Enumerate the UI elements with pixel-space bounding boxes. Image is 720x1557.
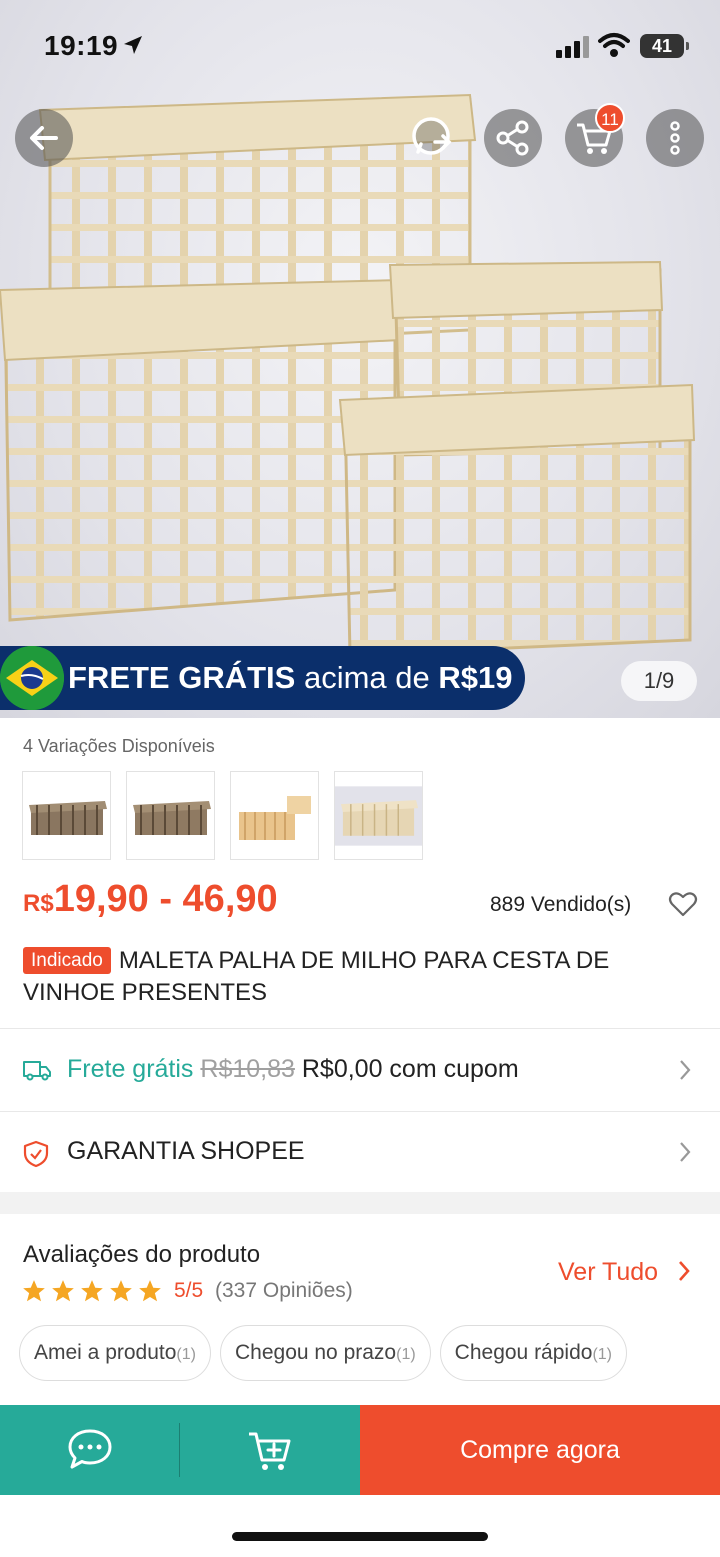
more-options-button[interactable] [646, 109, 704, 167]
chevron-right-icon [680, 1060, 691, 1080]
review-tag-chip[interactable]: Chegou rápido(1) [439, 1325, 628, 1381]
star-icon [81, 1280, 103, 1302]
share-button[interactable] [484, 109, 542, 167]
shield-check-icon [23, 1140, 49, 1168]
brazil-flag-icon [0, 646, 64, 710]
review-tag-chip[interactable]: Amei a produto(1) [19, 1325, 211, 1381]
see-all-reviews-link[interactable]: Ver Tudo [558, 1258, 691, 1287]
status-bar: 19:19 41 [0, 0, 720, 90]
chevron-right-icon [679, 1261, 690, 1281]
status-time: 19:19 [44, 30, 119, 61]
divider [179, 1423, 180, 1477]
shipping-row[interactable]: Frete grátis R$10,83 R$0,00 com cupom [0, 1030, 720, 1110]
review-tag-chip[interactable]: Chegou no prazo(1) [219, 1325, 431, 1381]
wifi-icon [598, 33, 630, 57]
bottom-action-bar: Compre agora [0, 1405, 720, 1495]
guarantee-label: GARANTIA SHOPEE [67, 1137, 305, 1165]
add-to-cart-icon[interactable] [246, 1429, 294, 1473]
sold-count: 889 Vendido(s) [490, 893, 632, 916]
battery-indicator: 41 [640, 34, 689, 58]
guarantee-row[interactable]: GARANTIA SHOPEE [0, 1112, 720, 1192]
product-title: Indicado MALETA PALHA DE MILHO PARA CESTA… [23, 947, 610, 1006]
truck-icon [23, 1061, 51, 1081]
variant-thumbnail[interactable] [334, 771, 423, 860]
whatsapp-share-button[interactable] [404, 109, 462, 167]
free-shipping-banner: FRETE GRÁTIS acima de R$19 [0, 646, 525, 710]
variants-label: 4 Variações Disponíveis [23, 736, 215, 756]
review-count: (337 Opiniões) [215, 1279, 353, 1302]
bottom-bar-left [0, 1405, 360, 1495]
section-separator [0, 1192, 720, 1214]
variant-thumbnails [22, 771, 423, 860]
variant-thumbnail[interactable] [126, 771, 215, 860]
home-indicator[interactable] [232, 1532, 488, 1541]
back-button[interactable] [15, 109, 73, 167]
cellular-signal-icon [556, 36, 589, 58]
cart-button[interactable]: 11 [565, 103, 625, 167]
chevron-right-icon [680, 1142, 691, 1162]
divider [0, 1028, 720, 1029]
review-tag-chips: Amei a produto(1) Chegou no prazo(1) Che… [19, 1325, 628, 1381]
star-icon [23, 1280, 45, 1302]
location-arrow-icon [124, 36, 142, 54]
star-icon [110, 1280, 132, 1302]
product-image-gallery[interactable]: 19:19 41 11 FRETE GRÁTIS acima de R$19 1… [0, 0, 720, 718]
buy-now-button[interactable]: Compre agora [360, 1405, 720, 1495]
star-icon [52, 1280, 74, 1302]
rating-stars [21, 1278, 163, 1304]
heart-icon[interactable] [668, 890, 698, 918]
cart-count-badge: 11 [595, 103, 625, 133]
share-icon [496, 120, 529, 156]
whatsapp-share-icon [412, 117, 452, 155]
chat-icon[interactable] [66, 1427, 114, 1473]
variant-thumbnail[interactable] [230, 771, 319, 860]
variant-thumbnail[interactable] [22, 771, 111, 860]
shipping-text: Frete grátis R$10,83 R$0,00 com cupom [67, 1055, 519, 1083]
rating-value: 5/5 [174, 1279, 204, 1302]
more-vertical-icon [670, 121, 680, 155]
star-icon [139, 1280, 161, 1302]
free-shipping-text: FRETE GRÁTIS acima de R$19 [68, 660, 513, 695]
recommended-badge: Indicado [23, 947, 111, 974]
image-page-indicator: 1/9 [621, 661, 697, 701]
price-range: R$19,90 - 46,90 [23, 878, 278, 920]
arrow-left-icon [30, 126, 58, 150]
reviews-title: Avaliações do produto [23, 1241, 261, 1268]
